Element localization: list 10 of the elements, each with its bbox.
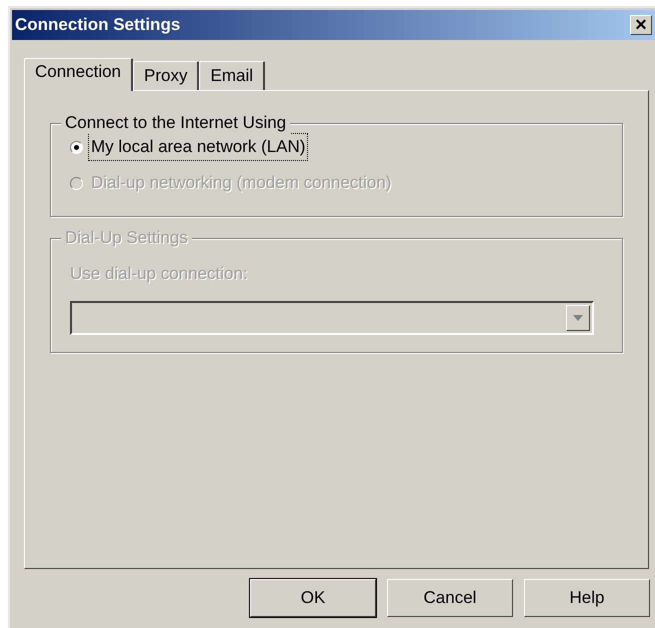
radio-button[interactable] (70, 140, 83, 154)
tab[interactable]: Email (199, 61, 265, 90)
close-button[interactable]: × (630, 15, 652, 35)
window-title: Connection Settings (15, 14, 180, 36)
radio-label: My local area network (LAN) (88, 133, 308, 161)
tab[interactable]: Proxy (133, 61, 200, 90)
dialog-button[interactable]: Cancel (387, 579, 513, 617)
tab[interactable]: Connection (24, 58, 134, 91)
dialog-button[interactable]: OK (250, 579, 376, 617)
dialog-button[interactable]: Help (524, 579, 650, 617)
